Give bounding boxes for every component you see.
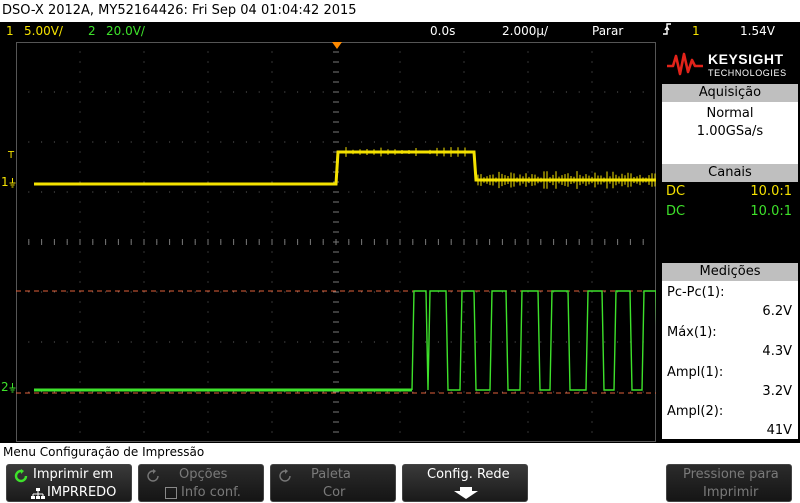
menu-title: Menu Configuração de Impressão — [0, 443, 800, 462]
acquisition-panel[interactable]: Normal 1.00GSa/s — [662, 102, 798, 164]
measurement-value: 6.2V — [762, 304, 792, 319]
network-icon — [31, 488, 45, 499]
window-title: DSO-X 2012A, MY52164426: Fri Sep 04 01:0… — [0, 0, 800, 22]
network-config-label: Config. Rede — [427, 467, 510, 482]
brand-subtitle: TECHNOLOGIES — [708, 68, 787, 78]
softkey-bar: Imprimir em IMPRREDO Opções Info conf. P… — [0, 462, 800, 503]
ch2-marker[interactable]: 2 — [0, 380, 16, 395]
setup-info-checkbox[interactable] — [165, 487, 177, 499]
rotate-knob-icon — [147, 469, 159, 482]
ch1-coupling: DC — [666, 184, 686, 199]
channels-panel[interactable]: DC 10.0:1 DC 10.0:1 — [662, 182, 798, 262]
brand-name: KEYSIGHT — [708, 51, 784, 67]
ch2-coupling: DC — [666, 204, 686, 219]
measurement-value: 3.2V — [762, 384, 792, 399]
graticule — [16, 42, 656, 442]
options-softkey[interactable]: Opções Info conf. — [138, 464, 264, 502]
measurement-label: Ampl(1): — [667, 365, 724, 380]
acquisition-mode: Normal — [706, 106, 754, 121]
trigger-edge-icon — [662, 22, 672, 42]
press-to-print-label-2: Imprimir — [703, 485, 759, 500]
press-to-print-label: Pressione para — [683, 467, 779, 482]
ground-icon — [9, 178, 16, 188]
print-to-value: IMPRREDO — [47, 485, 117, 500]
network-config-softkey[interactable]: Config. Rede — [402, 464, 528, 502]
sample-rate: 1.00GSa/s — [696, 124, 764, 139]
waveform-display[interactable] — [16, 42, 656, 442]
setup-info-label: Info conf. — [181, 485, 241, 500]
palette-softkey[interactable]: Paleta Cor — [270, 464, 396, 502]
time-offset[interactable]: 0.0s — [430, 22, 455, 41]
trigger-channel: 1 — [692, 24, 700, 38]
ch2-scale[interactable]: 20.0V/ — [106, 22, 145, 41]
trigger-level[interactable]: 1.54V — [740, 22, 775, 41]
acquisition-header: Aquisição — [662, 84, 798, 102]
ground-icon — [9, 383, 16, 393]
ch1-scale[interactable]: 5.00V/ — [24, 22, 63, 41]
measurement-value: 41V — [766, 423, 792, 438]
print-to-softkey[interactable]: Imprimir em IMPRREDO — [6, 464, 132, 502]
submenu-arrow-icon — [454, 487, 478, 499]
print-to-label: Imprimir em — [33, 467, 114, 482]
ch2-number: 2 — [88, 24, 96, 38]
channels-header: Canais — [662, 164, 798, 182]
trigger-level-marker[interactable]: T — [8, 150, 14, 161]
ch2-probe: 10.0:1 — [750, 204, 792, 219]
press-to-print-softkey[interactable]: Pressione para Imprimir — [666, 464, 792, 502]
run-state: Parar — [592, 24, 624, 38]
measurement-label: Pc-Pc(1): — [667, 285, 725, 300]
ch1-marker[interactable]: 1 — [0, 175, 16, 190]
rotate-knob-icon — [279, 469, 291, 482]
palette-value: Cor — [323, 485, 346, 500]
measurements-header: Medições — [662, 263, 798, 281]
time-scale[interactable]: 2.000µ/ — [502, 22, 548, 41]
info-sidebar: KEYSIGHT TECHNOLOGIES Aquisição Normal 1… — [660, 42, 800, 440]
options-label: Opções — [179, 467, 228, 482]
measurement-label: Máx(1): — [667, 325, 717, 340]
trigger-position-marker — [332, 42, 342, 49]
rotate-knob-icon — [14, 469, 28, 483]
measurement-value: 4.3V — [762, 344, 792, 359]
ch1-number: 1 — [6, 24, 14, 38]
palette-label: Paleta — [311, 467, 351, 482]
measurements-panel[interactable]: Pc-Pc(1): 6.2V Máx(1): 4.3V Ampl(1): 3.2… — [662, 281, 798, 439]
measurement-label: Ampl(2): — [667, 404, 724, 419]
keysight-wave-icon — [667, 52, 703, 76]
keysight-logo: KEYSIGHT TECHNOLOGIES — [662, 44, 798, 85]
ch1-trace — [34, 147, 656, 189]
ch1-probe: 10.0:1 — [750, 184, 792, 199]
status-bar: 1 5.00V/ 2 20.0V/ 0.0s 2.000µ/ Parar 1 1… — [0, 22, 800, 41]
ch2-trace — [34, 290, 656, 392]
